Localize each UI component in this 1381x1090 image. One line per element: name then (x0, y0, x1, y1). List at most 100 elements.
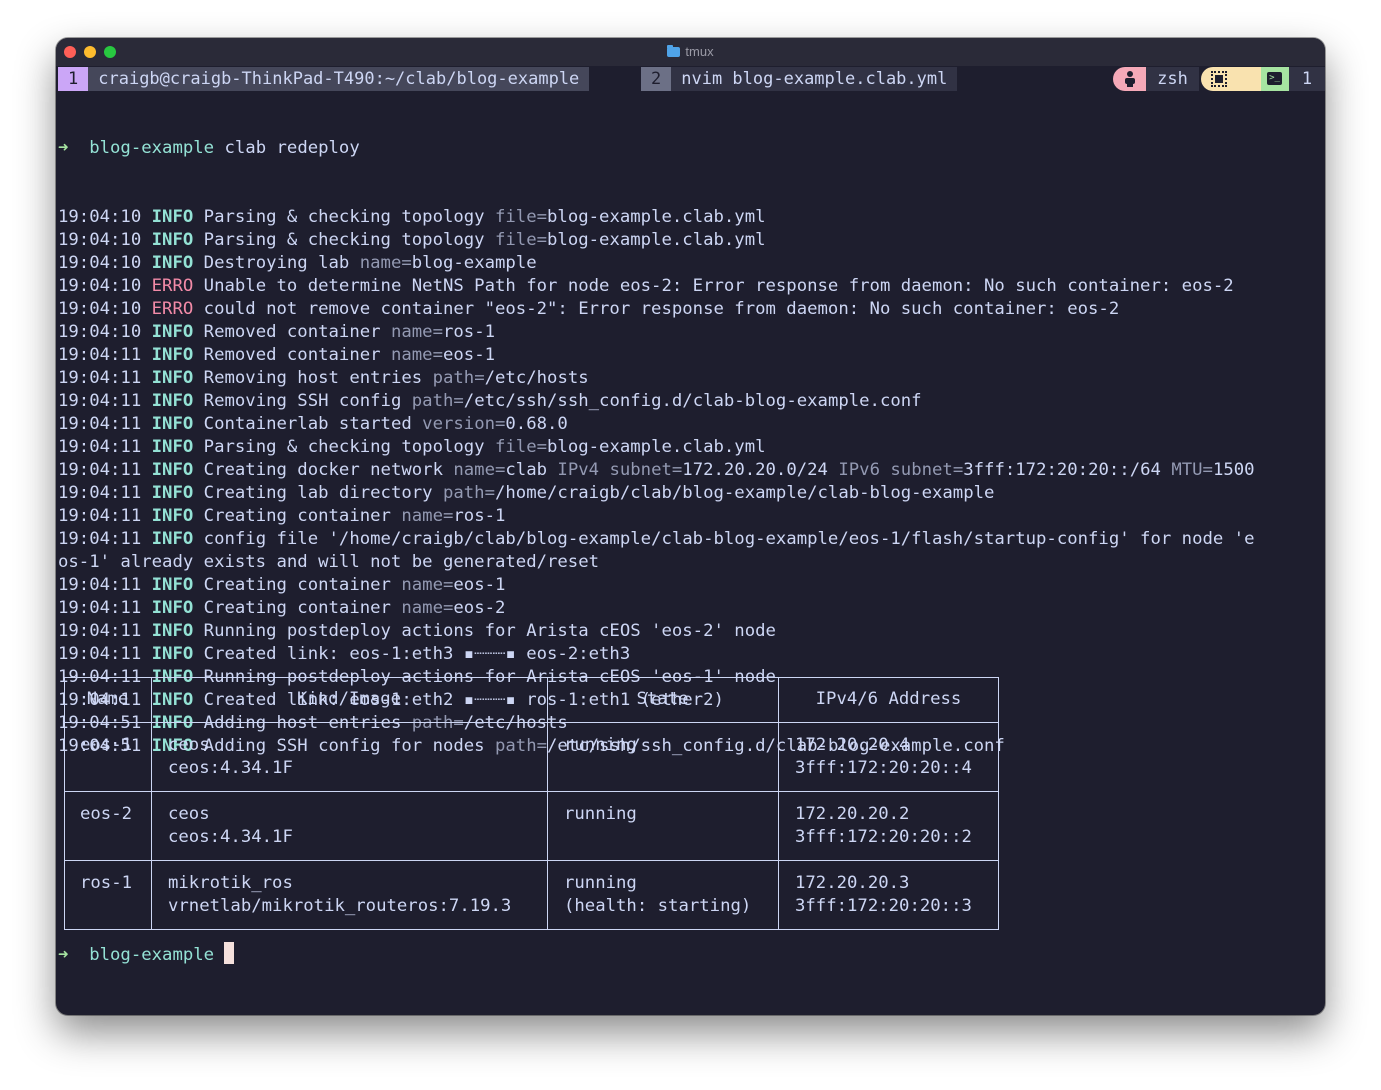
log-message: Creating docker network (203, 460, 454, 480)
log-message: Removed container (203, 345, 391, 365)
command-text: clab redeploy (224, 138, 360, 158)
log-time: 19:04:11 (58, 437, 142, 457)
log-key: name= (401, 506, 454, 526)
tmux-tab-title: nvim blog-example.clab.yml (671, 67, 958, 91)
text-cursor (224, 942, 235, 964)
log-message: config file '/home/craigb/clab/blog-exam… (203, 529, 1255, 549)
title-bar: tmux (56, 38, 1325, 66)
table-divider (778, 677, 779, 930)
log-key: name= (401, 598, 454, 618)
log-key: name= (390, 322, 443, 342)
log-line: 19:04:11 INFO Creating container name=eo… (58, 574, 1325, 597)
log-value: blog-example.clab.yml (547, 207, 766, 227)
lab-table: Name Kind/Image State IPv4/6 Address eos… (64, 677, 999, 930)
log-line: 19:04:10 ERRO could not remove container… (58, 298, 1325, 321)
log-key: path= (432, 368, 485, 388)
log-level: INFO (151, 253, 194, 273)
log-value: blog-example.clab.yml (547, 437, 766, 457)
log-output: 19:04:10 INFO Parsing & checking topolog… (58, 206, 1325, 758)
log-value: eos-2 (453, 598, 506, 618)
log-level: INFO (151, 322, 194, 342)
final-prompt[interactable]: ➜ blog-example (58, 942, 235, 965)
command-line: ➜ blog-example clab redeploy (58, 137, 1325, 160)
log-line: 19:04:11 INFO Removing SSH config path=/… (58, 390, 1325, 413)
prompt-dir: blog-example (89, 138, 215, 158)
log-line: 19:04:11 INFO Running postdeploy actions… (58, 620, 1325, 643)
prompt-arrow: ➜ (58, 945, 69, 965)
log-value: ros-1 (453, 506, 506, 526)
person-icon (1124, 71, 1136, 87)
tmux-tab-1[interactable]: 1 craigb@craigb-ThinkPad-T490:~/clab/blog… (58, 67, 590, 91)
log-message: Creating lab directory (203, 483, 443, 503)
window-title-wrap: tmux (56, 44, 1325, 59)
log-time: 19:04:11 (58, 621, 142, 641)
log-time: 19:04:11 (58, 529, 142, 549)
table-divider (64, 722, 999, 723)
tmux-tab-2[interactable]: 2 nvim blog-example.clab.yml (641, 67, 958, 91)
log-level: INFO (151, 529, 194, 549)
table-cell-address: 172.20.20.4 3fff:172:20:20::4 (795, 735, 972, 778)
table-header-address: IPv4/6 Address (815, 689, 962, 709)
log-time: 19:04:10 (58, 253, 142, 273)
terminal-pane[interactable]: ➜ blog-example clab redeploy 19:04:10 IN… (58, 91, 1325, 1015)
log-value: /home/craigb/clab/blog-example/clab-blog… (495, 483, 995, 503)
table-divider (64, 791, 999, 792)
log-line: 19:04:10 INFO Parsing & checking topolog… (58, 229, 1325, 252)
log-time: 19:04:11 (58, 368, 142, 388)
log-line: 19:04:11 INFO Creating container name=ro… (58, 505, 1325, 528)
log-key: name= (453, 460, 506, 480)
log-key: file= (495, 437, 548, 457)
window-title: tmux (685, 44, 714, 59)
table-cell-address: 172.20.20.3 3fff:172:20:20::3 (795, 873, 972, 916)
log-line: 19:04:11 INFO Creating docker network na… (58, 459, 1325, 482)
log-level: INFO (151, 368, 194, 388)
log-message: Creating container (203, 575, 402, 595)
log-key: path= (442, 483, 495, 503)
log-message: Removing host entries (203, 368, 433, 388)
log-time: 19:04:11 (58, 506, 142, 526)
log-time: 19:04:11 (58, 460, 142, 480)
log-key: MTU= (1160, 460, 1213, 480)
log-value: blog-example.clab.yml (547, 230, 766, 250)
log-level: INFO (151, 207, 194, 227)
terminal-icon: >_ (1267, 72, 1282, 85)
log-time: 19:04:10 (58, 299, 142, 319)
log-value: 1500 (1212, 460, 1255, 480)
log-key: name= (359, 253, 412, 273)
tmux-tab-title: craigb@craigb-ThinkPad-T490:~/clab/blog-… (88, 67, 590, 91)
log-level: INFO (151, 575, 194, 595)
table-header-kind: Kind/Image (296, 689, 402, 709)
log-line: 19:04:11 INFO Created link: eos-1:eth3 ▪… (58, 643, 1325, 666)
log-level: INFO (151, 621, 194, 641)
terminal-window: tmux 1 craigb@craigb-ThinkPad-T490:~/clab… (56, 38, 1325, 1015)
log-key: path= (411, 391, 464, 411)
log-key: file= (495, 207, 548, 227)
table-cell-state: running (564, 735, 637, 755)
log-message: could not remove container "eos-2": Erro… (203, 299, 1120, 319)
log-key: version= (422, 414, 506, 434)
log-value: 0.68.0 (505, 414, 568, 434)
log-time: 19:04:10 (58, 322, 142, 342)
log-message: Creating container (203, 598, 402, 618)
tmux-tab-index: 2 (641, 67, 672, 91)
log-level: INFO (151, 483, 194, 503)
log-line: 19:04:10 INFO Removed container name=ros… (58, 321, 1325, 344)
log-time: 19:04:10 (58, 230, 142, 250)
log-time: 19:04:11 (58, 483, 142, 503)
cpu-segment (1201, 67, 1261, 91)
log-message: Unable to determine NetNS Path for node … (203, 276, 1234, 296)
table-cell-address: 172.20.20.2 3fff:172:20:20::2 (795, 804, 972, 847)
log-message: Running postdeploy actions for Arista cE… (203, 621, 776, 641)
log-message: Parsing & checking topology (203, 437, 495, 457)
table-divider (151, 677, 152, 930)
log-level: ERRO (151, 276, 194, 296)
tmux-tab-index: 1 (58, 67, 89, 91)
log-level: ERRO (151, 299, 194, 319)
log-line: 19:04:11 INFO config file '/home/craigb/… (58, 528, 1325, 551)
log-time: 19:04:11 (58, 598, 142, 618)
log-level: INFO (151, 437, 194, 457)
log-message: Destroying lab (203, 253, 360, 273)
log-value: eos-1 (453, 575, 506, 595)
table-cell-state: running (health: starting) (564, 873, 752, 916)
table-divider (64, 860, 999, 861)
